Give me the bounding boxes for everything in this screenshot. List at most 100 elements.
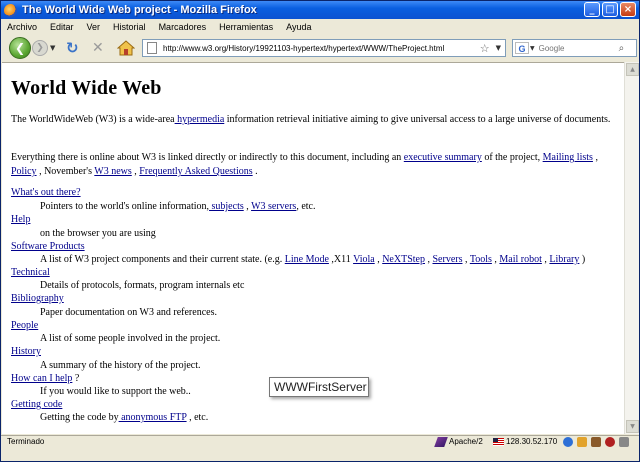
bibliography-description: Paper documentation on W3 and references… [40,307,217,318]
menu-editar[interactable]: Editar [50,22,74,32]
software-products-link[interactable]: Software Products [11,241,85,252]
help-link[interactable]: Help [11,214,30,225]
history-description: A summary of the history of the project. [40,360,201,371]
reload-icon[interactable]: ↻ [66,39,79,57]
how-can-i-help-link[interactable]: How can I help [11,373,72,384]
url-dropdown-icon[interactable]: ▼ [496,44,501,52]
bookmark-star-icon[interactable]: ☆ [480,42,490,55]
menu-ayuda[interactable]: Ayuda [286,22,311,32]
title-bar: The World Wide Web project - Mozilla Fir… [1,1,639,19]
search-bar: G ▼ ⌕ [512,39,637,57]
navigation-toolbar: ❮ ❯ ▼ ↻ ✕ http://www.w3.org/History/1992… [1,35,639,61]
browser-window: The World Wide Web project - Mozilla Fir… [0,0,640,462]
server-name: Apache/2 [449,437,483,446]
description-text: Pointers to the world's online informati… [40,201,210,212]
window-title: The World Wide Web project - Mozilla Fir… [22,4,257,16]
url-bar[interactable]: http://www.w3.org/History/19921103-hyper… [142,39,506,57]
flag-icon [493,438,504,446]
security-icon[interactable] [577,437,587,447]
menu-marcadores[interactable]: Marcadores [159,22,207,32]
overview-text: Everything there is online about W3 is l… [11,152,404,163]
mail-robot-link[interactable]: Mail robot [499,254,542,265]
addon-icon[interactable] [591,437,601,447]
description-text: ,X11 [328,254,354,265]
noscript-icon[interactable] [605,437,615,447]
executive-summary-link[interactable]: executive summary [404,152,482,163]
intro-text: The WorldWideWeb (W3) is a wide-area [11,114,175,125]
status-bar: Terminado Apache/2 128.30.52.170 [1,435,639,448]
how-can-i-help-description: If you would like to support the web.. [40,386,191,397]
anonymous-ftp-link[interactable]: anonymous FTP [119,412,186,423]
policy-link[interactable]: Policy [11,166,37,177]
back-button[interactable]: ❮ [9,37,31,59]
url-input[interactable]: http://www.w3.org/History/19921103-hyper… [163,44,480,53]
server-icon [434,437,448,447]
library-link[interactable]: Library [549,254,579,265]
status-text: Terminado [7,437,45,446]
intro-text-end: information retrieval initiative aiming … [224,114,611,125]
overview-text: . [252,166,258,177]
whats-out-there-link[interactable]: What's out there? [11,187,81,198]
nextstep-link[interactable]: NeXTStep [382,254,425,265]
link-tooltip: WWWFirstServer [269,377,369,397]
menu-ver[interactable]: Ver [87,22,101,32]
google-engine-icon[interactable]: G [515,42,529,54]
page-icon [147,42,157,54]
forward-button[interactable]: ❯ [32,40,48,56]
w3-servers-link[interactable]: W3 servers [251,201,296,212]
history-link[interactable]: History [11,346,41,357]
how-can-i-help-item: How can I help ? [11,373,79,384]
question-mark-text: ? [72,373,80,384]
close-button[interactable]: × [620,2,636,17]
faq-link[interactable]: Frequently Asked Questions [139,166,252,177]
scroll-down-icon[interactable]: ▼ [626,420,639,433]
bibliography-link[interactable]: Bibliography [11,293,64,304]
home-icon[interactable] [116,39,136,57]
getting-code-link[interactable]: Getting code [11,399,62,410]
description-text: Getting the code by [40,412,119,423]
resize-grip-icon[interactable] [619,437,629,447]
description-text: , etc. [296,201,316,212]
mailing-lists-link[interactable]: Mailing lists [543,152,593,163]
engine-dropdown-icon[interactable]: ▼ [530,45,535,52]
help-description: on the browser you are using [40,228,156,239]
line-mode-link[interactable]: Line Mode [285,254,329,265]
servers-link[interactable]: Servers [432,254,462,265]
vertical-scrollbar[interactable]: ▲ ▼ [624,62,639,434]
maximize-button[interactable]: □ [602,2,618,17]
firefox-icon [4,3,17,17]
server-ip: 128.30.52.170 [506,437,558,446]
scroll-up-icon[interactable]: ▲ [626,63,639,76]
window-bottom-border [1,449,639,461]
page-title: World Wide Web [11,77,162,99]
menu-bar: Archivo Editar Ver Historial Marcadores … [1,19,639,35]
people-link[interactable]: People [11,320,38,331]
overview-paragraph: Everything there is online about W3 is l… [11,151,611,179]
overview-text: , [592,152,598,163]
menu-herramientas[interactable]: Herramientas [219,22,273,32]
description-text: , etc. [186,412,209,423]
intro-paragraph: The WorldWideWeb (W3) is a wide-area hyp… [11,113,611,127]
whats-out-there-description: Pointers to the world's online informati… [40,201,315,212]
search-icon[interactable]: ⌕ [619,43,625,54]
hypermedia-link[interactable]: hypermedia [175,114,224,125]
arrow-right-icon: ❯ [36,43,44,53]
window-controls: _ □ × [584,2,636,17]
subjects-link[interactable]: subjects [209,201,244,212]
info-icon[interactable] [563,437,573,447]
viola-link[interactable]: Viola [353,254,375,265]
technical-link[interactable]: Technical [11,267,50,278]
menu-historial[interactable]: Historial [113,22,146,32]
stop-icon[interactable]: ✕ [92,39,104,57]
minimize-button[interactable]: _ [584,2,600,17]
technical-description: Details of protocols, formats, program i… [40,280,245,291]
history-dropdown-icon[interactable]: ▼ [50,44,55,52]
w3-news-link[interactable]: W3 news [94,166,132,177]
getting-code-description: Getting the code by anonymous FTP , etc. [40,412,208,423]
search-input[interactable] [538,43,619,53]
overview-text: , November's [36,166,95,177]
people-description: A list of some people involved in the pr… [40,333,221,344]
tools-link[interactable]: Tools [470,254,492,265]
description-text: ) [579,254,586,265]
menu-archivo[interactable]: Archivo [7,22,37,32]
